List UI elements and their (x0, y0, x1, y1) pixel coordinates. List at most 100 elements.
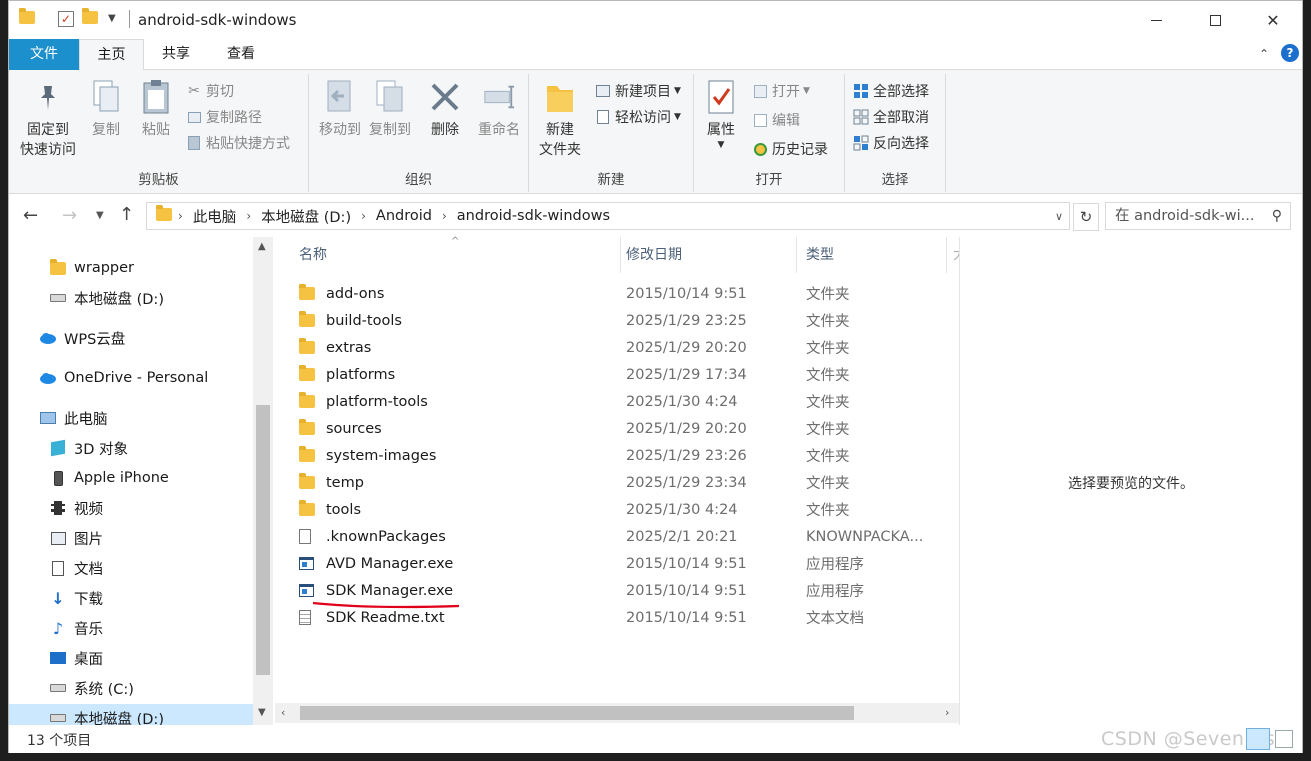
breadcrumb-android-sdk-windows[interactable]: android-sdk-windows (449, 208, 618, 224)
file-icon (299, 529, 319, 545)
address-history-chevron-icon[interactable]: ∨ (1055, 210, 1063, 223)
paste-shortcut-icon (186, 135, 202, 151)
nav-item[interactable]: OneDrive - Personal (9, 364, 253, 392)
tab-view[interactable]: 查看 (210, 39, 272, 70)
group-clipboard: 固定到 快速访问 复制 粘贴 ✂ 剪切 复制路径 粘贴快捷方式 剪贴板 (9, 74, 309, 192)
tab-home[interactable]: 主页 (79, 39, 144, 71)
large-icons-view-icon[interactable] (1275, 730, 1293, 748)
file-row[interactable]: tools 2025/1/30 4:24 文件夹 (275, 496, 955, 523)
nav-item-label: OneDrive - Personal (64, 370, 209, 386)
tab-share[interactable]: 共享 (146, 39, 206, 70)
file-row[interactable]: sources 2025/1/29 20:20 文件夹 (275, 415, 955, 442)
nav-item[interactable]: WPS云盘 (9, 324, 253, 352)
nav-item[interactable]: 3D 对象 (9, 434, 253, 462)
refresh-icon[interactable]: ↻ (1073, 203, 1099, 231)
folder-icon (299, 365, 319, 383)
file-date: 2015/10/14 9:51 (626, 285, 747, 302)
search-input[interactable]: 在 android-sdk-wi... ⚲ (1105, 202, 1291, 230)
pin-quick-access-button[interactable]: 固定到 快速访问 (15, 78, 81, 160)
file-type: 应用程序 (806, 584, 864, 600)
file-name: add-ons (326, 285, 385, 302)
column-header-size[interactable]: 大 (947, 237, 959, 273)
preview-pane: 选择要预览的文件。 (959, 237, 1302, 725)
invert-selection-button[interactable]: 反向选择 (853, 132, 929, 154)
column-header-name[interactable]: 名称 (290, 237, 621, 273)
nav-item[interactable]: 文档 (9, 554, 253, 582)
invert-selection-label: 反向选择 (873, 136, 929, 152)
ribbon-tabs: 文件 主页 共享 查看 ⌃ ? (9, 39, 1302, 71)
nav-item[interactable]: 图片 (9, 524, 253, 552)
recent-locations-chevron-icon[interactable]: ▼ (96, 210, 104, 221)
easy-access-icon (595, 109, 611, 125)
tab-file[interactable]: 文件 (9, 39, 79, 70)
properties-check-icon[interactable]: ✓ (58, 11, 74, 27)
collapse-ribbon-icon[interactable]: ⌃ (1259, 47, 1269, 61)
file-row[interactable]: system-images 2025/1/29 23:26 文件夹 (275, 442, 955, 469)
copy-path-icon (186, 109, 202, 125)
column-header-type[interactable]: 类型 (797, 237, 947, 273)
item-count: 13 个项目 (27, 733, 92, 749)
file-row[interactable]: platform-tools 2025/1/30 4:24 文件夹 (275, 388, 955, 415)
file-row[interactable]: platforms 2025/1/29 17:34 文件夹 (275, 361, 955, 388)
copy-to-icon (374, 78, 406, 116)
maximize-button[interactable] (1186, 1, 1244, 39)
forward-arrow-icon[interactable]: → (62, 205, 77, 226)
nav-item[interactable]: 视频 (9, 494, 253, 522)
nav-item[interactable]: 桌面 (9, 644, 253, 672)
back-arrow-icon[interactable]: ← (23, 205, 38, 226)
address-bar[interactable]: › 此电脑 › 本地磁盘 (D:) › Android › android-sd… (146, 202, 1070, 230)
file-row[interactable]: extras 2025/1/29 20:20 文件夹 (275, 334, 955, 361)
nav-item[interactable]: 本地磁盘 (D:) (9, 284, 253, 312)
new-folder-icon[interactable] (82, 8, 98, 27)
nav-item[interactable]: 此电脑 (9, 404, 253, 432)
horizontal-scrollbar[interactable]: ‹ › (275, 703, 959, 723)
scroll-down-icon[interactable]: ▼ (258, 707, 266, 718)
hscroll-thumb[interactable] (300, 706, 854, 720)
group-label-organize: 组织 (405, 172, 432, 188)
column-header-date[interactable]: 修改日期 (617, 237, 797, 273)
file-name: tools (326, 501, 362, 518)
details-view-icon[interactable] (1246, 728, 1270, 750)
file-name: build-tools (326, 312, 402, 329)
file-row[interactable]: AVD Manager.exe 2015/10/14 9:51 应用程序 (275, 550, 955, 577)
file-row[interactable]: temp 2025/1/29 23:34 文件夹 (275, 469, 955, 496)
help-icon[interactable]: ? (1281, 44, 1299, 62)
file-type: 文件夹 (806, 449, 850, 465)
chevron-down-icon: ▼ (717, 140, 725, 150)
edit-label: 编辑 (772, 113, 800, 129)
document-icon (49, 560, 67, 576)
drive-icon (49, 680, 67, 696)
file-row[interactable]: add-ons 2015/10/14 9:51 文件夹 (275, 280, 955, 307)
delete-button[interactable]: 删除 (423, 78, 467, 140)
scroll-left-icon[interactable]: ‹ (281, 706, 285, 719)
close-button[interactable]: ✕ (1244, 1, 1302, 39)
minimize-button[interactable] (1127, 1, 1185, 39)
select-all-button[interactable]: 全部选择 (853, 80, 929, 102)
nav-item[interactable]: wrapper (9, 254, 253, 282)
file-name: AVD Manager.exe (326, 555, 454, 572)
chevron-down-icon[interactable]: ▼ (108, 13, 124, 29)
file-row[interactable]: .knownPackages 2025/2/1 20:21 KNOWNPACKA..… (275, 523, 955, 550)
new-folder-button[interactable]: 新建 文件夹 (533, 78, 587, 160)
chevron-down-icon: ▼ (803, 86, 810, 96)
breadcrumb-drive-d[interactable]: 本地磁盘 (D:) (253, 206, 359, 227)
nav-item[interactable]: 系统 (C:) (9, 674, 253, 702)
nav-item[interactable]: ↓ 下载 (9, 584, 253, 612)
nav-item[interactable]: ♪ 音乐 (9, 614, 253, 642)
up-arrow-icon[interactable]: ↑ (119, 204, 134, 225)
nav-scrollbar[interactable]: ▲ ▼ (253, 237, 273, 725)
nav-scroll-thumb[interactable] (256, 405, 270, 675)
easy-access-button[interactable]: 轻松访问 ▼ (595, 106, 681, 128)
history-label: 历史记录 (772, 142, 828, 158)
file-row[interactable]: build-tools 2025/1/29 23:25 文件夹 (275, 307, 955, 334)
history-button[interactable]: 历史记录 (752, 138, 828, 160)
scroll-right-icon[interactable]: › (945, 706, 949, 719)
folder-icon (299, 419, 319, 437)
scroll-up-icon[interactable]: ▲ (258, 241, 266, 252)
breadcrumb-this-pc[interactable]: 此电脑 (185, 206, 245, 227)
select-none-button[interactable]: 全部取消 (853, 106, 929, 128)
properties-button[interactable]: 属性 ▼ (698, 78, 744, 150)
new-item-button[interactable]: 新建项目 ▼ (595, 80, 681, 102)
nav-item[interactable]: Apple iPhone (9, 464, 253, 492)
breadcrumb-android[interactable]: Android (368, 208, 440, 224)
